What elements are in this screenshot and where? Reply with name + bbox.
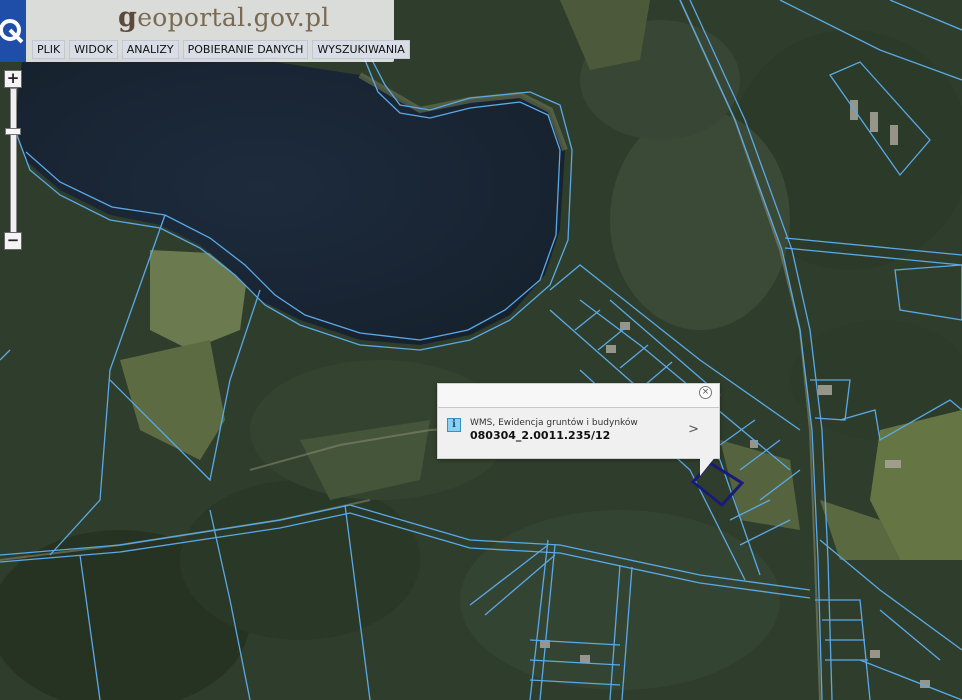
info-icon: i	[447, 418, 461, 432]
geoportal-logo-icon[interactable]	[0, 0, 26, 62]
close-icon[interactable]: ×	[699, 386, 712, 399]
zoom-slider-track[interactable]	[10, 88, 17, 242]
main-menu: PLIK WIDOK ANALIZY POBIERANIE DANYCH WYS…	[32, 40, 410, 59]
feature-info-popup: × i WMS, Ewidencja gruntów i budynków 08…	[437, 383, 720, 459]
brand-title: geoportal.gov.pl	[118, 2, 330, 33]
popup-result-row[interactable]: i WMS, Ewidencja gruntów i budynków 0803…	[438, 408, 719, 456]
popup-pointer	[700, 456, 716, 476]
menu-wyszukiwania[interactable]: WYSZUKIWANIA	[312, 40, 410, 59]
popup-parcel-id: 080304_2.0011.235/12	[470, 429, 611, 442]
menu-analizy[interactable]: ANALIZY	[121, 40, 179, 59]
menu-pobieranie-danych[interactable]: POBIERANIE DANYCH	[182, 40, 309, 59]
menu-plik[interactable]: PLIK	[32, 40, 66, 59]
menu-widok[interactable]: WIDOK	[69, 40, 118, 59]
zoom-out-button[interactable]: −	[4, 232, 22, 250]
popup-layer-name: WMS, Ewidencja gruntów i budynków	[470, 418, 638, 428]
zoom-slider-thumb[interactable]	[5, 128, 21, 135]
popup-titlebar: ×	[438, 384, 719, 408]
satellite-map[interactable]	[0, 0, 962, 700]
app-header: geoportal.gov.pl PLIK WIDOK ANALIZY POBI…	[0, 0, 410, 62]
chevron-right-icon[interactable]: >	[688, 422, 699, 437]
zoom-in-button[interactable]: +	[4, 70, 22, 88]
zoom-control: + −	[3, 70, 23, 252]
